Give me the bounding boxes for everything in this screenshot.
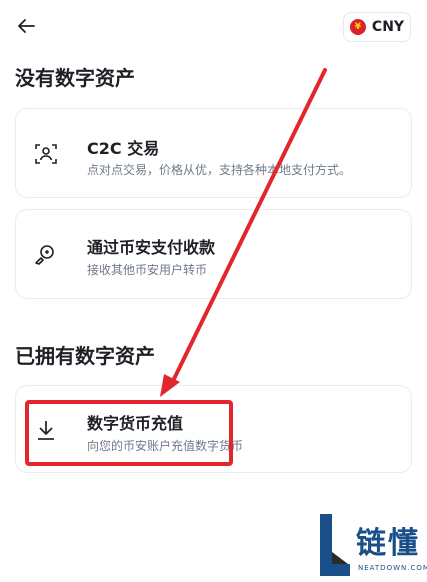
section-title-has-assets: 已拥有数字资产 <box>15 344 155 368</box>
card-description: 接收其他币安用户转币 <box>87 263 208 277</box>
c2c-trade-card[interactable]: C2C 交易 点对点交易，价格从优，支持各种本地支付方式。 <box>15 108 412 198</box>
watermark-l-icon <box>320 514 350 576</box>
currency-code: CNY <box>371 19 405 35</box>
card-description: 向您的币安账户充值数字货币 <box>87 439 244 453</box>
pay-receive-icon <box>35 245 54 265</box>
section-title-no-assets: 没有数字资产 <box>15 66 135 90</box>
crypto-deposit-card[interactable]: 数字货币充值 向您的币安账户充值数字货币 <box>15 385 412 473</box>
watermark-logo: 链懂 NEATDOWN.COM <box>318 512 427 578</box>
back-button[interactable] <box>12 12 40 40</box>
download-icon <box>38 421 54 440</box>
card-title: 通过币安支付收款 <box>87 238 216 257</box>
currency-selector[interactable]: ¥ CNY <box>343 12 411 42</box>
card-description: 点对点交易，价格从优，支持各种本地支付方式。 <box>87 163 352 177</box>
card-title: C2C 交易 <box>87 139 160 158</box>
card-title: 数字货币充值 <box>87 414 184 433</box>
watermark-subtext: NEATDOWN.COM <box>358 564 427 572</box>
cny-flag-icon: ¥ <box>349 19 366 35</box>
top-bar: ¥ CNY <box>0 0 427 52</box>
user-scan-icon <box>35 144 57 164</box>
arrow-left-icon <box>18 19 35 33</box>
watermark-text: 链懂 <box>356 526 420 561</box>
binance-pay-card[interactable]: 通过币安支付收款 接收其他币安用户转币 <box>15 209 412 299</box>
